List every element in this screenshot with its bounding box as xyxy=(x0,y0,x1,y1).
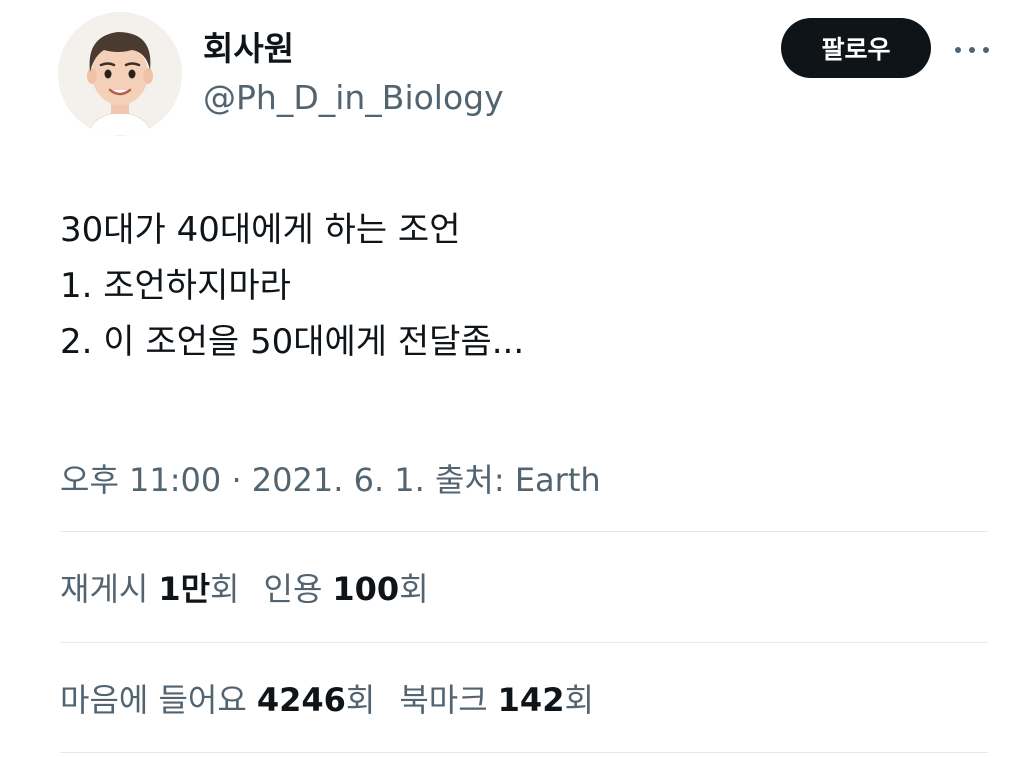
retweets-stat[interactable]: 재게시 1만 회 xyxy=(60,564,240,610)
retweets-count: 1만 xyxy=(158,570,211,608)
divider xyxy=(60,531,988,532)
retweets-unit: 회 xyxy=(210,570,240,608)
cartoon-avatar-icon xyxy=(58,12,182,136)
tweet-text-line: 2. 이 조언을 50대에게 전달좀... xyxy=(60,322,525,362)
meta-separator: · xyxy=(221,461,252,499)
likes-label: 마음에 들어요 xyxy=(60,681,247,719)
likes-count: 4246 xyxy=(256,681,346,719)
user-handle[interactable]: @Ph_D_in_Biology xyxy=(203,78,504,117)
quotes-stat[interactable]: 인용 100 회 xyxy=(264,564,429,610)
tweet-date[interactable]: 2021. 6. 1. xyxy=(252,461,425,499)
more-options-button[interactable] xyxy=(950,28,994,72)
stats-row-engagement: 마음에 들어요 4246 회 북마크 142 회 xyxy=(60,675,618,721)
quotes-label: 인용 xyxy=(263,570,323,608)
bookmarks-label: 북마크 xyxy=(399,681,488,719)
more-horizontal-icon xyxy=(955,47,989,53)
retweets-label: 재게시 xyxy=(60,570,149,608)
follow-button[interactable]: 팔로우 xyxy=(781,18,931,78)
tweet-meta: 오후 11:00 · 2021. 6. 1. 출처: Earth xyxy=(60,455,601,501)
tweet-time[interactable]: 오후 11:00 xyxy=(60,461,221,499)
avatar[interactable] xyxy=(58,12,182,136)
bookmarks-unit: 회 xyxy=(564,681,594,719)
source-label: 출처: xyxy=(434,461,505,499)
stats-row-reposts: 재게시 1만 회 인용 100 회 xyxy=(60,564,453,610)
bookmarks-stat[interactable]: 북마크 142 회 xyxy=(399,675,594,721)
divider xyxy=(60,752,988,753)
tweet-text-line: 30대가 40대에게 하는 조언 xyxy=(60,210,461,250)
display-name[interactable]: 회사원 xyxy=(203,22,294,70)
likes-stat[interactable]: 마음에 들어요 4246 회 xyxy=(60,675,375,721)
tweet-card: 회사원 @Ph_D_in_Biology 팔로우 30대가 40대에게 하는 조… xyxy=(0,0,1024,758)
likes-unit: 회 xyxy=(345,681,376,719)
source-value[interactable]: Earth xyxy=(515,461,601,499)
quotes-unit: 회 xyxy=(399,570,429,608)
quotes-count: 100 xyxy=(332,570,400,608)
tweet-text: 30대가 40대에게 하는 조언 1. 조언하지마라 2. 이 조언을 50대에… xyxy=(60,202,524,370)
bookmarks-count: 142 xyxy=(497,681,565,719)
divider xyxy=(60,642,988,643)
tweet-text-line: 1. 조언하지마라 xyxy=(60,266,291,306)
